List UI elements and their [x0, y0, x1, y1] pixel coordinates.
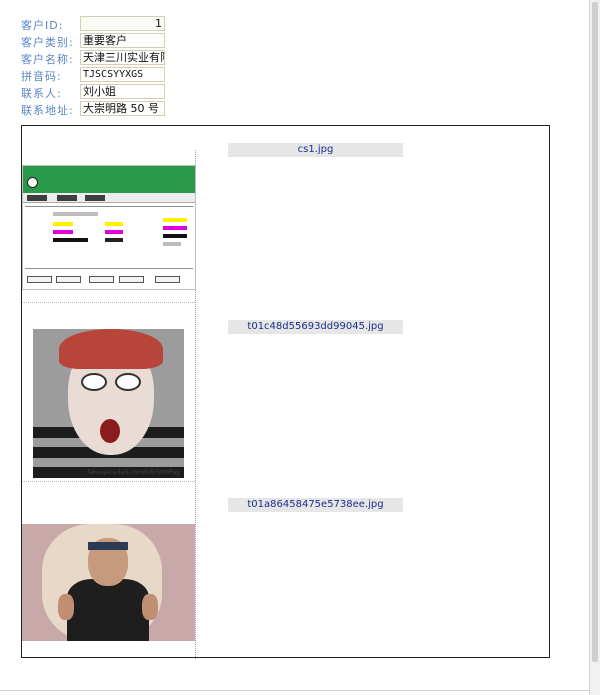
mouth-shape [100, 419, 120, 443]
app-logo-icon [27, 177, 38, 188]
app-field-swatch [105, 222, 123, 226]
app-button-icon [56, 276, 81, 283]
app-tab-icon [85, 195, 105, 201]
app-header-bar [23, 166, 195, 193]
image-caption-2[interactable]: t01c48d55693dd99045.jpg [228, 320, 403, 334]
contact-person-input[interactable]: 刘小姐 [80, 84, 165, 99]
portrait-image[interactable] [22, 524, 195, 641]
app-field-swatch [105, 238, 123, 242]
customer-id-input[interactable]: 1 [80, 16, 165, 31]
app-field-swatch [163, 226, 187, 230]
app-field-swatch [105, 230, 123, 234]
pinyin-code-label: 拼音码: [21, 70, 62, 83]
hand-shape [142, 594, 158, 620]
app-row-line [25, 268, 193, 269]
app-button-icon [89, 276, 114, 283]
field-customer-category: 客户类别: 重要客户 [21, 33, 181, 50]
contact-address-input[interactable]: 大崇明路 50 号 [80, 101, 165, 116]
app-button-icon [27, 276, 52, 283]
portrait-image[interactable]: fakeuploaded.com/0/0/SMbPag [33, 329, 184, 478]
field-contact-person: 联系人: 刘小姐 [21, 84, 181, 101]
app-field-swatch [53, 238, 88, 242]
pinyin-code-input[interactable]: TJSCSYYXGS [80, 67, 165, 82]
app-tab-icon [27, 195, 47, 201]
app-field-swatch [163, 218, 187, 222]
hand-shape [58, 594, 74, 620]
hat-shape [59, 329, 163, 369]
field-pinyin-code: 拼音码: TJSCSYYXGS [21, 67, 181, 84]
app-field-swatch [163, 242, 181, 246]
app-button-icon [155, 276, 180, 283]
app-field-swatch [163, 234, 187, 238]
body-shape [67, 579, 149, 641]
row-divider [22, 481, 195, 482]
customer-id-label: 客户ID: [21, 19, 64, 32]
eye-icon [81, 373, 107, 391]
headband-shape [88, 542, 128, 550]
row-divider [22, 302, 195, 303]
image-caption-1[interactable]: cs1.jpg [228, 143, 403, 157]
field-customer-id: 客户ID: 1 [21, 16, 181, 33]
app-button-icon [119, 276, 144, 283]
app-field-swatch [53, 222, 73, 226]
image-gallery: cs1.jpg t01c48d55693dd99045.jpg fakeuplo… [21, 125, 550, 659]
app-tab-icon [57, 195, 77, 201]
contact-address-label: 联系地址: [21, 104, 74, 117]
field-customer-name: 客户名称: 天津三川实业有限公司 [21, 50, 181, 67]
image-credit: fakeuploaded.com/0/0/SMbPag [87, 469, 180, 476]
app-field-swatch [53, 212, 98, 216]
eye-icon [115, 373, 141, 391]
customer-category-label: 客户类别: [21, 36, 74, 49]
page-bottom-divider [0, 690, 589, 691]
screenshot-image[interactable] [22, 165, 196, 290]
vertical-scrollbar[interactable] [589, 0, 600, 695]
customer-name-input[interactable]: 天津三川实业有限公司 [80, 50, 165, 65]
customer-category-input[interactable]: 重要客户 [80, 33, 165, 48]
app-tab-strip [23, 193, 195, 203]
app-row-line [25, 206, 193, 207]
app-field-swatch [53, 230, 73, 234]
image-caption-3[interactable]: t01a86458475e5738ee.jpg [228, 498, 403, 512]
contact-person-label: 联系人: [21, 87, 62, 100]
scrollbar-thumb[interactable] [592, 2, 598, 662]
field-contact-address: 联系地址: 大崇明路 50 号 [21, 101, 181, 118]
customer-name-label: 客户名称: [21, 53, 74, 66]
